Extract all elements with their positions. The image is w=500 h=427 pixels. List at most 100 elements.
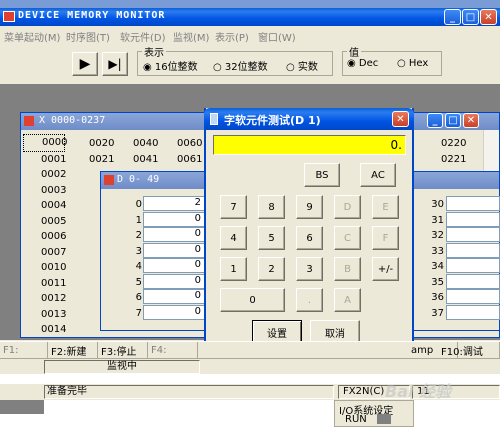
x-min-button[interactable]: _	[427, 113, 443, 128]
key-9[interactable]: 9	[296, 195, 323, 219]
x-addr-0002[interactable]: 0002	[23, 167, 66, 183]
key-3[interactable]: 3	[296, 257, 323, 281]
d-value-cell[interactable]	[446, 242, 500, 258]
key-0[interactable]: 0	[220, 288, 285, 312]
x-addr-0014[interactable]: 0014	[23, 322, 66, 338]
fkey-f3-stop[interactable]: F3:停止	[98, 342, 148, 358]
backspace-button[interactable]: BS	[304, 163, 340, 187]
key-b[interactable]: B	[334, 257, 361, 281]
d-index: 37	[431, 307, 444, 319]
x-addr-0021[interactable]: 0021	[89, 152, 114, 168]
key-6[interactable]: 6	[296, 226, 323, 250]
menu-item-display[interactable]: 表示(P)	[215, 29, 249, 44]
x-max-button[interactable]: □	[445, 113, 461, 128]
fkey-f4[interactable]: F4:	[148, 342, 198, 358]
d-index: 32	[431, 230, 444, 241]
d-value-cell[interactable]: 2	[143, 196, 205, 211]
d-index: 35	[431, 276, 444, 288]
minimize-button[interactable]: _	[444, 9, 461, 25]
key-plus-minus[interactable]: +/-	[372, 257, 399, 281]
key-d[interactable]: D	[334, 195, 361, 219]
x-addr-0010[interactable]: 0010	[23, 260, 66, 276]
key-8[interactable]: 8	[258, 195, 285, 219]
x-addr-0041[interactable]: 0041	[133, 152, 158, 168]
key-a[interactable]: A	[334, 288, 361, 312]
d-value-cell[interactable]	[446, 227, 500, 242]
x-addr-0007[interactable]: 0007	[23, 245, 66, 261]
x-addr-0221[interactable]: 0221	[441, 152, 466, 168]
d-value-cell[interactable]: 0	[143, 273, 205, 289]
key-1[interactable]: 1	[220, 257, 247, 281]
key-f[interactable]: F	[372, 226, 399, 250]
x-addr-0013[interactable]: 0013	[23, 307, 66, 323]
x-addr-0004[interactable]: 0004	[23, 198, 66, 214]
step-button[interactable]: ▶|	[102, 52, 128, 76]
d-value-cell[interactable]: 0	[143, 211, 205, 227]
monitor-bar: 监视中	[0, 358, 500, 374]
run-button[interactable]: ▶	[72, 52, 98, 76]
d-value-cell[interactable]	[446, 273, 500, 289]
key-4[interactable]: 4	[220, 226, 247, 250]
close-button[interactable]: ✕	[480, 9, 497, 25]
d-value-cell[interactable]: 0	[143, 304, 205, 320]
radio-16bit[interactable]: ◉ 16位整数	[143, 58, 198, 73]
d-value-cell[interactable]	[446, 304, 500, 320]
d-value-cell[interactable]	[446, 289, 500, 304]
radio-32bit[interactable]: ○ 32位整数	[213, 58, 268, 73]
menu-item-start[interactable]: 菜单起动(M)	[4, 29, 60, 44]
calc-display: 0.	[213, 135, 406, 155]
key-e[interactable]: E	[372, 195, 399, 219]
bottom-strip	[0, 400, 500, 427]
radio-hex[interactable]: ○ Hex	[397, 58, 428, 69]
calc-title: 字软元件测试(D 1)	[224, 114, 321, 127]
fkey-f2-new[interactable]: F2:新建	[48, 342, 98, 358]
main-title-bar: DEVICE MEMORY MONITOR _ □ ✕	[0, 8, 500, 26]
x-addr-0040[interactable]: 0040	[133, 136, 158, 152]
menu-item-timing[interactable]: 时序图(T)	[66, 29, 110, 44]
radio-dec[interactable]: ◉ Dec	[347, 58, 378, 69]
fkey-f1[interactable]: F1:	[0, 342, 48, 358]
key-7[interactable]: 7	[220, 195, 247, 219]
x-addr-0001[interactable]: 0001	[23, 152, 66, 168]
calc-close-button[interactable]: ✕	[392, 111, 409, 127]
d-value-cell[interactable]: 0	[143, 289, 205, 304]
d-value-cell[interactable]	[446, 196, 500, 211]
menu-item-monitor[interactable]: 监视(M)	[173, 29, 209, 44]
x-addr-0011[interactable]: 0011	[23, 276, 66, 292]
d-left-values: 2 0 0 0 0 0 0 0	[143, 196, 205, 320]
x-addr-0000[interactable]: 0000	[23, 134, 67, 152]
key-c[interactable]: C	[334, 226, 361, 250]
x-addr-0012[interactable]: 0012	[23, 291, 66, 307]
calc-dialog: 字软元件测试(D 1) ✕ 0. BS AC 7 8 9 D E 4 5 6 C…	[204, 108, 414, 358]
menu-item-window[interactable]: 窗口(W)	[258, 29, 296, 44]
x-window-title: X 0000-0237	[39, 115, 106, 126]
radio-real[interactable]: ○ 实数	[286, 58, 318, 73]
x-addr-0061[interactable]: 0061	[177, 152, 202, 168]
d-value-cell[interactable]: 0	[143, 227, 205, 242]
calc-title-bar: 字软元件测试(D 1) ✕	[204, 108, 414, 130]
d-value-cell[interactable]: 0	[143, 242, 205, 258]
x-addr-0020[interactable]: 0020	[89, 136, 114, 152]
x-addr-0220[interactable]: 0220	[441, 136, 466, 152]
function-key-bar: F1: F2:新建 F3:停止 F4: amp F10:调试	[0, 341, 500, 358]
d-index: 4	[135, 261, 142, 272]
x-window-icon	[24, 116, 34, 126]
x-addr-0003[interactable]: 0003	[23, 183, 66, 199]
fkey-f10-debug[interactable]: F10:调试	[438, 342, 500, 358]
key-dot[interactable]: .	[296, 288, 323, 312]
clear-all-button[interactable]: AC	[360, 163, 396, 187]
d-value-cell[interactable]	[446, 258, 500, 273]
x-addr-0005[interactable]: 0005	[23, 214, 66, 230]
d-index: 6	[135, 292, 142, 303]
key-5[interactable]: 5	[258, 226, 285, 250]
maximize-button[interactable]: □	[462, 9, 479, 25]
menu-item-device[interactable]: 软元件(D)	[120, 29, 166, 44]
d-value-cell[interactable]: 0	[143, 258, 205, 273]
x-close-button[interactable]: ✕	[463, 113, 479, 128]
d-index: 5	[135, 276, 142, 288]
d-value-cell[interactable]	[446, 211, 500, 227]
x-addr-0060[interactable]: 0060	[177, 136, 202, 152]
d-index: 34	[431, 261, 444, 272]
key-2[interactable]: 2	[258, 257, 285, 281]
x-addr-0006[interactable]: 0006	[23, 229, 66, 245]
